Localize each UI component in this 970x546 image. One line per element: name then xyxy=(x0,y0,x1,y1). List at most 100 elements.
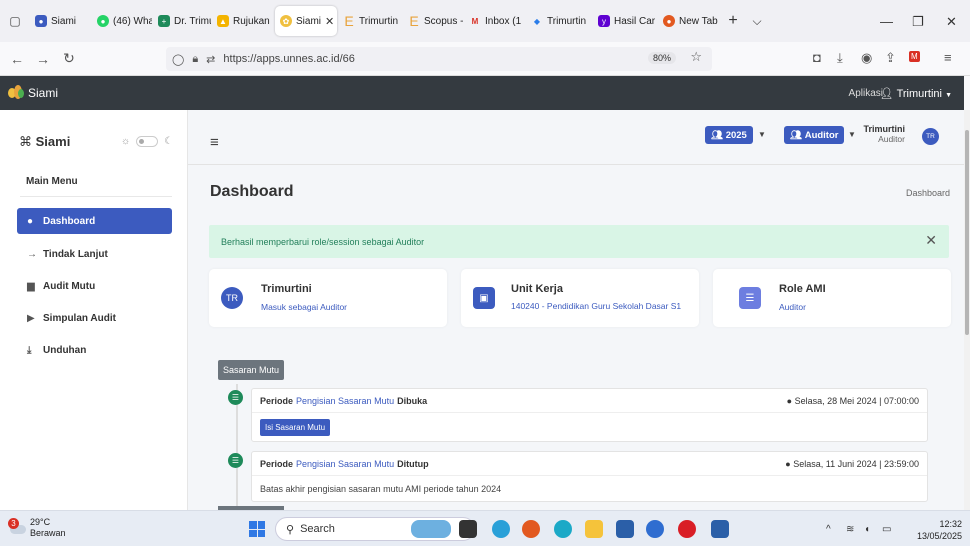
caret-down-icon: ▼ xyxy=(945,91,952,99)
edge-icon[interactable] xyxy=(554,520,572,538)
theme-toggle[interactable] xyxy=(136,136,159,147)
browser-tab[interactable]: M Inbox (1 xyxy=(464,6,525,36)
reload-icon[interactable]: ↻ xyxy=(56,50,82,67)
wifi-icon[interactable]: ≋ xyxy=(846,524,854,535)
browser-tabstrip: ▢ ● Siami ● (46) Wha + Dr. Trimu ▲ Rujukan ✿… xyxy=(0,0,970,42)
file-explorer-icon[interactable] xyxy=(585,520,603,538)
url-bar[interactable]: ◯ 🔒︎ ⇄ https://apps.unnes.ac.id/66 80% ☆ xyxy=(166,47,712,71)
downloads-icon[interactable]: ⤓ xyxy=(837,50,843,66)
palette-icon: ● xyxy=(27,215,34,227)
scrollbar-thumb[interactable] xyxy=(965,130,969,335)
sidebar-item-audit-mutu[interactable]: ▆ Audit Mutu xyxy=(17,273,172,299)
avatar[interactable]: TR xyxy=(922,128,939,145)
sidebar: ⌘ Siami ☼ ☾ Main Menu ● Dashboard → Tindak… xyxy=(0,110,188,510)
window-close-icon[interactable]: ✕ xyxy=(946,14,957,30)
timeline-item: Periode Pengisian Sasaran Mutu Ditutup ●… xyxy=(251,451,928,502)
browser-tab-active[interactable]: ✿ Siami ✕ xyxy=(275,6,337,36)
store-icon[interactable] xyxy=(616,520,634,538)
theme-switch[interactable]: ☼ ☾ xyxy=(121,136,173,147)
browser-tab[interactable]: ◆ Trimurtin xyxy=(526,6,592,36)
browser-tab[interactable]: E Scopus - xyxy=(403,6,463,36)
page-title: Dashboard xyxy=(210,183,294,200)
chevron-up-icon[interactable]: ^ xyxy=(826,524,831,535)
chrome-icon[interactable] xyxy=(646,520,664,538)
browser-tab[interactable]: + Dr. Trimu xyxy=(153,6,211,36)
year-dropdown[interactable]: 👥︎ 2025 xyxy=(705,126,753,144)
url-text[interactable]: https://apps.unnes.ac.id/66 xyxy=(223,53,354,65)
browser-navbar: ← → ↻ ◯ 🔒︎ ⇄ https://apps.unnes.ac.id/66… xyxy=(0,42,970,76)
task-view-icon[interactable] xyxy=(459,520,477,538)
sidebar-brand[interactable]: ⌘ Siami xyxy=(19,134,70,150)
letter-e-icon: E xyxy=(409,13,419,29)
users-icon: 👥︎ xyxy=(790,129,803,141)
forward-icon[interactable]: → xyxy=(30,51,56,67)
page-scrollbar[interactable] xyxy=(964,110,970,510)
shield-icon[interactable]: ◯ xyxy=(172,53,184,66)
role-dropdown[interactable]: 👥︎ Auditor xyxy=(784,126,845,144)
list-icon: ☰ xyxy=(228,453,243,468)
app-menu-icon[interactable]: ≡ xyxy=(944,50,952,65)
weather-cloud-icon[interactable]: 3 xyxy=(8,518,26,536)
user-menu[interactable]: 👤︎ Trimurtini ▼ xyxy=(880,87,952,100)
lock-icon[interactable]: 🔒︎ xyxy=(192,53,198,66)
info-card-user: TR Trimurtini Masuk sebagai Auditor xyxy=(209,269,447,327)
bookmark-star-icon[interactable]: ☆ xyxy=(690,49,702,65)
timeline-link[interactable]: Pengisian Sasaran Mutu xyxy=(296,459,394,469)
tab-list-chevron-icon[interactable]: ⌵ xyxy=(745,14,769,29)
siami-logo-icon: ✿ xyxy=(280,15,292,27)
caret-down-icon[interactable]: ▼ xyxy=(848,130,856,139)
clock-icon: ● xyxy=(785,459,791,469)
zoom-level[interactable]: 80% xyxy=(647,52,676,64)
user-icon: 👤︎ xyxy=(879,87,894,100)
battery-icon[interactable]: ▭ xyxy=(882,524,891,535)
timeline-link[interactable]: Pengisian Sasaran Mutu xyxy=(296,396,394,406)
maximize-icon[interactable]: ❐ xyxy=(912,14,924,30)
sidebar-item-tindak-lanjut[interactable]: → Tindak Lanjut xyxy=(17,241,172,267)
caret-down-icon[interactable]: ▼ xyxy=(758,130,766,139)
top-user-info[interactable]: Trimurtini Auditor xyxy=(863,124,905,144)
timeline-item-body: Isi Sasaran Mutu xyxy=(252,413,927,441)
widget-image-icon[interactable] xyxy=(411,520,451,538)
back-icon[interactable]: ← xyxy=(4,51,30,67)
siami-logo-icon xyxy=(8,85,24,101)
share-icon[interactable]: ⇪ xyxy=(885,50,896,66)
tab-overview-icon[interactable]: ▢ xyxy=(6,12,24,30)
browser-tab[interactable]: E Trimurtin xyxy=(338,6,402,36)
volume-icon[interactable]: ◖ xyxy=(864,524,870,535)
isi-sasaran-mutu-button[interactable]: Isi Sasaran Mutu xyxy=(260,418,331,436)
minimize-icon[interactable]: — xyxy=(880,14,893,29)
new-tab-button[interactable]: + xyxy=(721,12,745,30)
permissions-icon[interactable]: ⇄ xyxy=(206,53,215,66)
account-icon[interactable]: ◉ xyxy=(861,50,872,66)
extension-icon[interactable]: M xyxy=(909,51,920,62)
browser-tab[interactable]: ▲ Rujukan xyxy=(212,6,274,36)
timeline-item-header: Periode Pengisian Sasaran Mutu Dibuka ● … xyxy=(252,389,927,413)
start-windows-icon[interactable] xyxy=(249,521,265,537)
browser-tab[interactable]: ● New Tab xyxy=(658,6,720,36)
close-tab-icon[interactable]: ✕ xyxy=(325,15,334,28)
yahoo-icon: y xyxy=(598,15,610,27)
close-icon[interactable]: ✕ xyxy=(925,232,937,249)
firefox-icon: ● xyxy=(663,15,675,27)
browser-tab[interactable]: ● Siami xyxy=(30,6,91,36)
system-clock[interactable]: 12:32 13/05/2025 xyxy=(917,518,962,542)
sidebar-item-simpulan-audit[interactable]: ▶ Simpulan Audit xyxy=(17,305,172,331)
aplikasi-menu[interactable]: Aplikasi xyxy=(849,88,883,99)
app-brand[interactable]: Siami xyxy=(28,86,58,100)
hamburger-icon[interactable]: ≡ xyxy=(210,134,219,151)
breadcrumb[interactable]: Dashboard xyxy=(906,188,950,198)
opera-icon[interactable] xyxy=(678,520,696,538)
pocket-icon[interactable]: ◘ xyxy=(813,50,821,65)
sidebar-item-dashboard[interactable]: ● Dashboard xyxy=(17,208,172,234)
sidebar-section-title: Main Menu xyxy=(26,176,78,187)
browser-tab[interactable]: y Hasil Car xyxy=(593,6,657,36)
app-icon[interactable] xyxy=(492,520,510,538)
tag-icon: ⌘ xyxy=(19,134,32,149)
word-icon[interactable] xyxy=(711,520,729,538)
sidebar-item-unduhan[interactable]: ⤓ Unduhan xyxy=(17,337,172,363)
app-header: Siami Aplikasi 👤︎ Trimurtini ▼ xyxy=(0,76,964,110)
weather-widget[interactable]: 29°C Berawan xyxy=(30,517,66,539)
arrow-right-icon: → xyxy=(27,248,37,260)
firefox-icon[interactable] xyxy=(522,520,540,538)
browser-tab[interactable]: ● (46) Wha xyxy=(92,6,152,36)
